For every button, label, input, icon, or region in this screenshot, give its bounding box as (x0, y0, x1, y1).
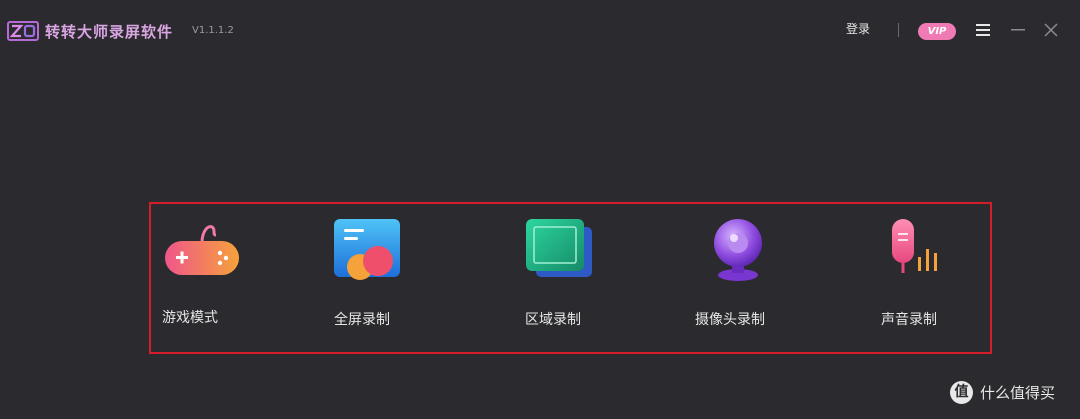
webcam-icon (714, 219, 762, 281)
mode-label: 游戏模式 (162, 310, 218, 326)
minimize-icon[interactable] (1010, 22, 1026, 38)
watermark-text: 什么值得买 (980, 384, 1056, 402)
mode-audio-record[interactable]: 声音录制 (880, 215, 964, 330)
mode-game[interactable]: 游戏模式 (160, 215, 244, 330)
mode-label: 声音录制 (881, 312, 937, 328)
mode-fullscreen-record[interactable]: 全屏录制 (332, 215, 416, 330)
fullscreen-record-icon (334, 219, 400, 280)
app-version: V1.1.1.2 (192, 25, 234, 36)
region-record-icon (526, 219, 592, 277)
mode-label: 摄像头录制 (695, 312, 765, 328)
app-title: 转转大师录屏软件 (45, 23, 174, 41)
close-icon[interactable] (1043, 22, 1059, 38)
app-window: 转转大师录屏软件 V1.1.1.2 登录 VIP 游戏模式 全屏录制 区域录制 … (0, 0, 1080, 419)
login-button[interactable]: 登录 (846, 20, 870, 37)
mode-label: 区域录制 (525, 312, 581, 328)
app-logo-icon (7, 21, 39, 41)
mode-label: 全屏录制 (334, 312, 390, 328)
title-divider (898, 23, 899, 37)
vip-badge-button[interactable]: VIP (918, 23, 956, 40)
menu-icon[interactable] (975, 22, 991, 38)
gamepad-icon (165, 225, 239, 275)
microphone-icon (892, 219, 937, 273)
mode-region-record[interactable]: 区域录制 (522, 215, 606, 330)
watermark-badge: 值 (950, 381, 973, 404)
mode-webcam-record[interactable]: 摄像头录制 (694, 215, 790, 330)
